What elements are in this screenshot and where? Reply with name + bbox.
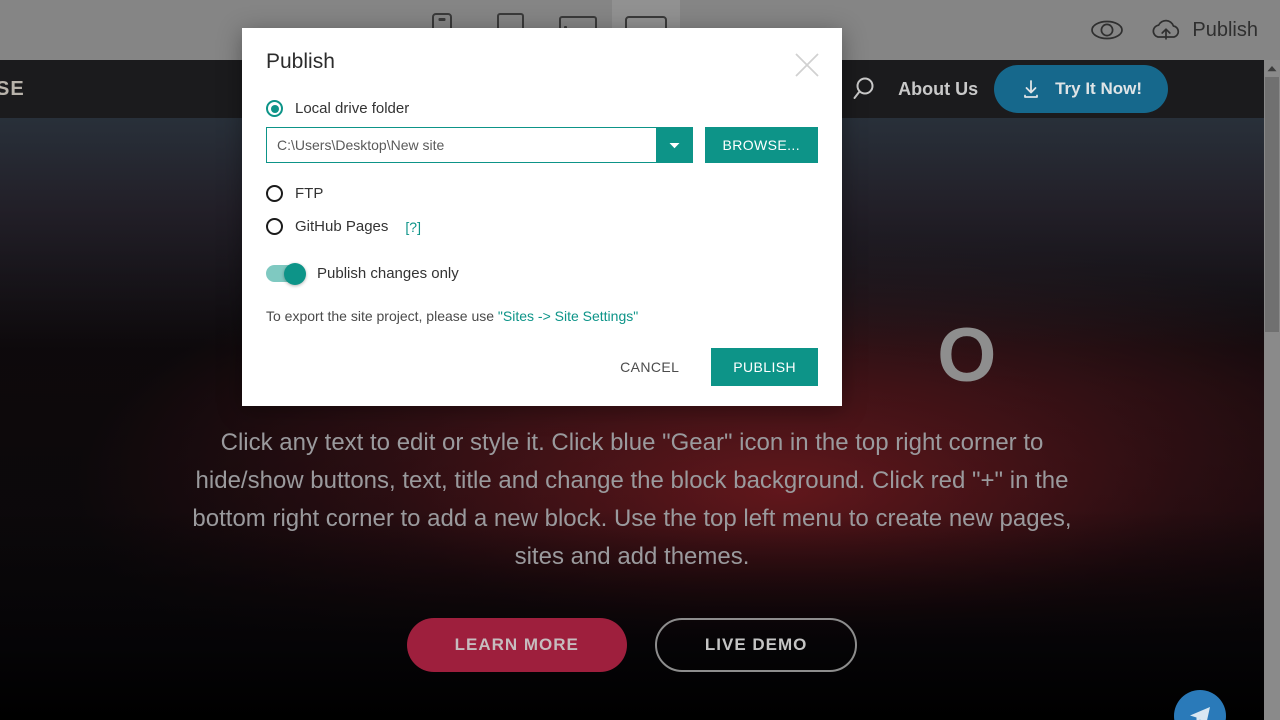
toggle-switch-indicator [266, 262, 306, 285]
try-it-now-button[interactable]: Try It Now! [994, 65, 1168, 113]
search-icon[interactable] [852, 74, 882, 104]
toolbar-right-group: Publish [1089, 0, 1258, 60]
publish-dialog: Publish Local drive folder BROWSE... [242, 28, 842, 406]
path-row: BROWSE... [266, 127, 818, 163]
chat-widget-button[interactable] [1174, 690, 1226, 720]
preview-button[interactable] [1089, 18, 1125, 42]
site-settings-link[interactable]: "Sites -> Site Settings" [498, 308, 638, 324]
browse-button[interactable]: BROWSE... [704, 127, 818, 163]
publish-button[interactable]: PUBLISH [711, 348, 818, 386]
eye-icon [1091, 20, 1124, 40]
learn-more-button[interactable]: LEARN MORE [406, 618, 627, 672]
radio-indicator-ftp [266, 185, 283, 202]
cloud-upload-icon [1152, 19, 1180, 40]
radio-option-local-drive[interactable]: Local drive folder [266, 100, 818, 117]
toggle-label: Publish changes only [317, 265, 459, 282]
path-input[interactable] [266, 127, 657, 163]
try-it-now-label: Try It Now! [1055, 79, 1142, 98]
site-logo[interactable]: RISE [0, 78, 25, 101]
export-note: To export the site project, please use "… [266, 308, 818, 324]
export-note-text: To export the site project, please use [266, 308, 498, 324]
nav-link-about-us[interactable]: About Us [898, 79, 978, 100]
publish-toolbar-button[interactable]: Publish [1149, 17, 1258, 43]
cancel-button[interactable]: CANCEL [606, 349, 693, 385]
radio-label-ftp: FTP [295, 185, 324, 202]
vertical-scrollbar[interactable] [1264, 60, 1280, 720]
publish-toolbar-label: Publish [1192, 18, 1258, 41]
chevron-down-icon [669, 142, 680, 148]
dialog-actions: CANCEL PUBLISH [266, 348, 818, 386]
radio-label-github-pages: GitHub Pages [295, 218, 389, 235]
hero-paragraph[interactable]: Click any text to edit or style it. Clic… [167, 424, 1097, 576]
download-icon [1024, 80, 1038, 98]
radio-indicator-local-drive [266, 100, 283, 117]
hero-buttons: LEARN MORE LIVE DEMO [0, 618, 1264, 672]
live-demo-button[interactable]: LIVE DEMO [654, 618, 858, 672]
radio-indicator-github-pages [266, 218, 283, 235]
radio-option-ftp[interactable]: FTP [266, 185, 818, 202]
radio-option-github-pages[interactable]: GitHub Pages [?] [266, 218, 818, 235]
site-nav: About Us Try It Now! [852, 65, 1168, 113]
scrollbar-up-button[interactable] [1264, 60, 1280, 77]
hero-title-right: O [937, 313, 999, 398]
radio-label-local-drive: Local drive folder [295, 100, 410, 117]
close-icon[interactable] [790, 48, 824, 82]
publish-changes-only-toggle[interactable]: Publish changes only [266, 262, 818, 285]
github-pages-help-link[interactable]: [?] [405, 219, 421, 235]
chevron-up-icon [1267, 66, 1277, 72]
editor-window: Publish RISE About Us Try It N [0, 0, 1280, 720]
telegram-icon [1190, 707, 1210, 720]
scrollbar-thumb[interactable] [1265, 77, 1279, 332]
path-dropdown-button[interactable] [656, 127, 693, 163]
dialog-title: Publish [266, 50, 335, 73]
